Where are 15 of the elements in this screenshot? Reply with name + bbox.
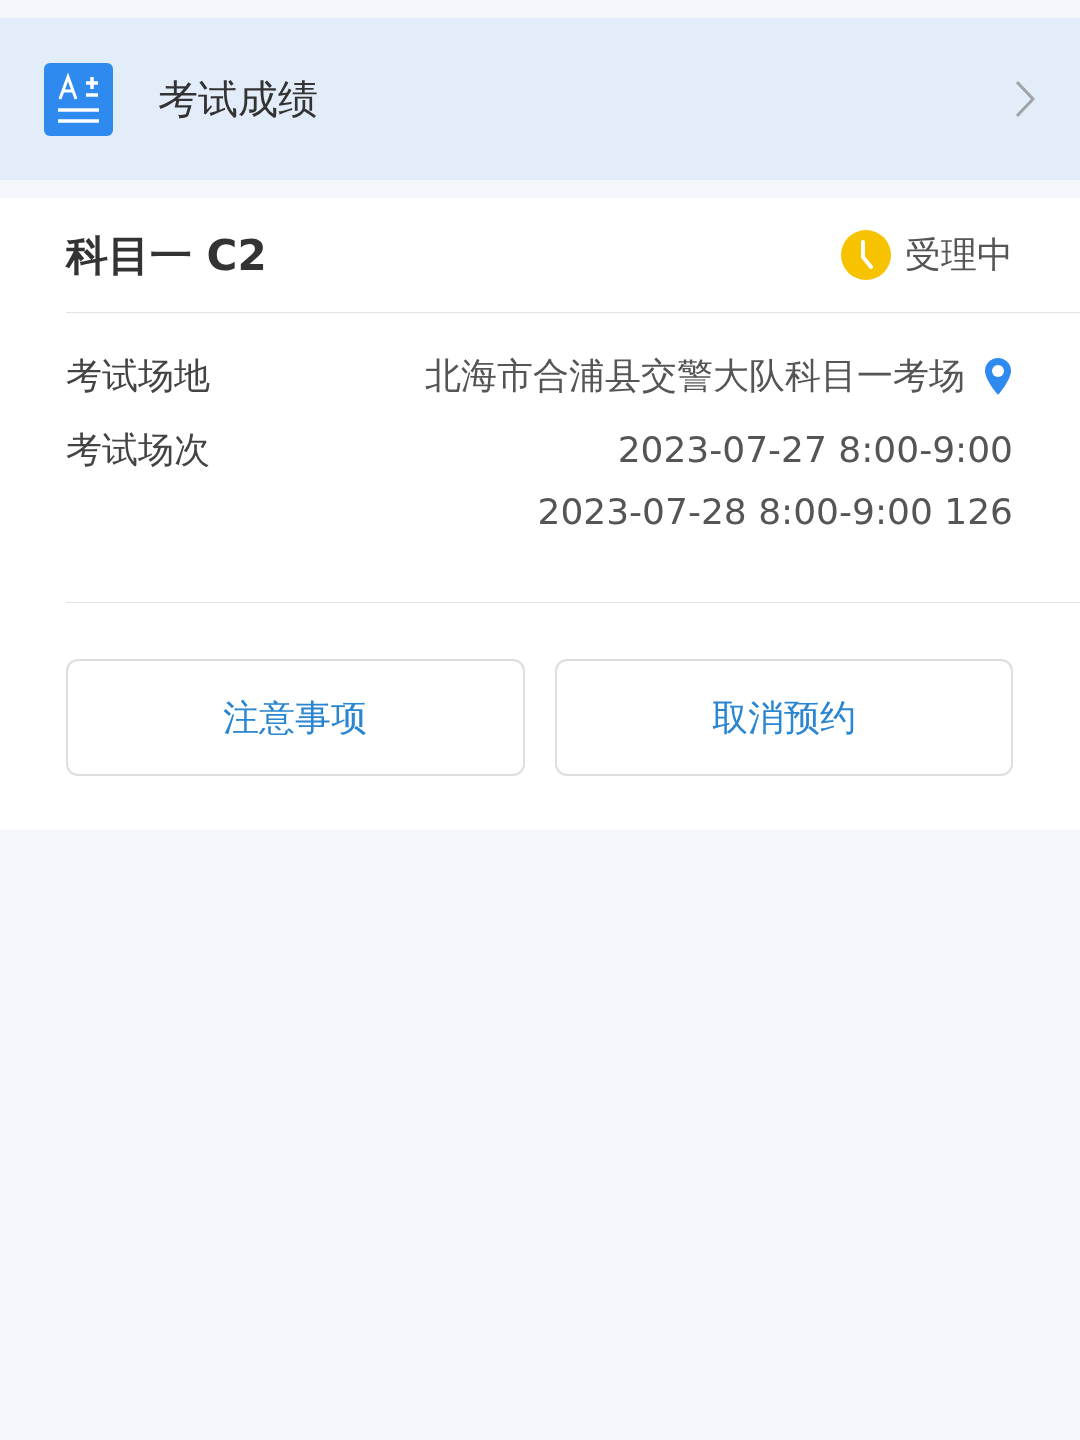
action-button[interactable]: 注意事项 xyxy=(66,659,525,776)
field-label: 考试场次 xyxy=(66,428,210,472)
chevron-right-icon xyxy=(1014,79,1036,119)
clock-icon xyxy=(841,230,891,280)
header-bar[interactable]: 考试成绩 xyxy=(0,18,1080,180)
field-value: 2023-07-28 8:00-9:00 126 xyxy=(537,490,1013,534)
field-value: 北海市合浦县交警大队科目一考场 xyxy=(425,354,965,398)
subject-title: 科目一 C2 xyxy=(66,229,267,282)
status-label: 受理中 xyxy=(905,233,1013,277)
header-title: 考试成绩 xyxy=(158,75,318,124)
grade-icon xyxy=(44,62,113,136)
field-label: 考试场地 xyxy=(66,354,210,398)
action-button[interactable]: 取消预约 xyxy=(554,659,1013,776)
field-value: 2023-07-27 8:00-9:00 xyxy=(617,428,1013,472)
location-pin-icon[interactable] xyxy=(983,356,1013,396)
